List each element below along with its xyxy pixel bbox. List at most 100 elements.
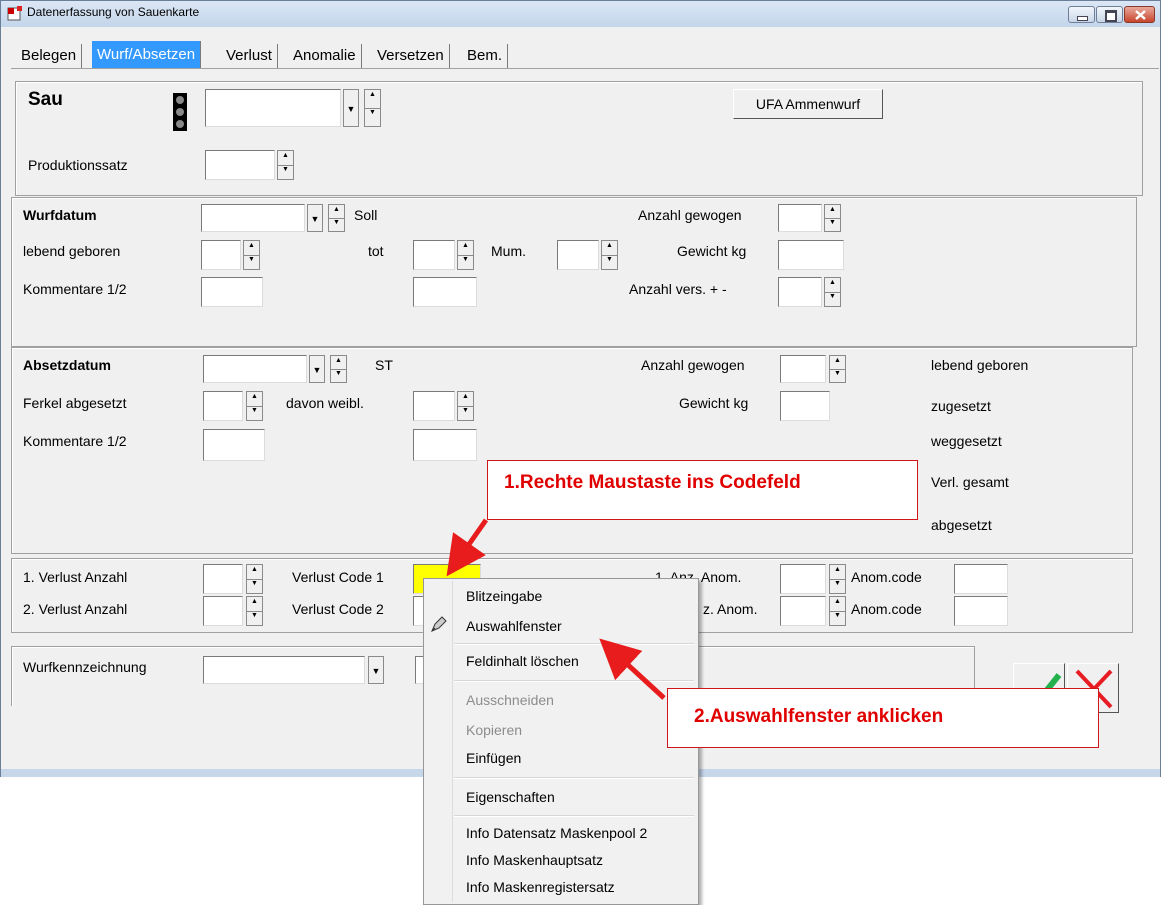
wurf-anzahl-gewogen-field[interactable] (778, 204, 822, 232)
lebend-geboren-label: lebend geboren (23, 243, 121, 259)
tab-verlust[interactable]: Verlust (221, 44, 278, 68)
anom-2-spinner[interactable]: ▲ ▼ (829, 596, 846, 626)
st-label: ST (375, 357, 393, 373)
close-button[interactable] (1124, 6, 1155, 23)
menu-separator (454, 777, 694, 779)
chevron-down-icon[interactable]: ▼ (343, 89, 359, 127)
tab-versetzen[interactable]: Versetzen (372, 44, 450, 68)
verlust-1-anzahl-spinner[interactable]: ▲ ▼ (246, 564, 263, 594)
app-icon (7, 6, 22, 21)
anomcode-1-field[interactable] (954, 564, 1008, 594)
ufa-ammenwurf-button[interactable]: UFA Ammenwurf (733, 89, 883, 119)
produktionssatz-field[interactable] (205, 150, 275, 180)
mum-spinner[interactable]: ▲ ▼ (601, 240, 618, 270)
absetz-gewicht-label: Gewicht kg (679, 395, 749, 411)
absetz-kommentare-label: Kommentare 1/2 (23, 433, 127, 449)
ferkel-abgesetzt-field[interactable] (203, 391, 243, 421)
title-bar[interactable]: Datenerfassung von Sauenkarte (1, 1, 1160, 27)
verlust-2-anzahl-label: 2. Verlust Anzahl (23, 601, 128, 617)
wurf-gewicht-field[interactable] (778, 240, 844, 270)
absetz-kommentar-2-field[interactable] (413, 429, 477, 461)
absetzdatum-label: Absetzdatum (23, 357, 111, 373)
verlust-2-anzahl-field[interactable] (203, 596, 243, 626)
menu-item-ausschneiden[interactable]: Ausschneiden (466, 692, 554, 708)
menu-item-feldinhalt-loeschen[interactable]: Feldinhalt löschen (466, 653, 579, 669)
anom-1-field[interactable] (780, 564, 826, 594)
chevron-down-icon[interactable]: ▼ (368, 656, 384, 684)
minimize-button[interactable] (1068, 6, 1095, 23)
menu-item-info-datensatz[interactable]: Info Datensatz Maskenpool 2 (466, 825, 647, 841)
menu-separator (454, 643, 694, 645)
lebend-geboren-field[interactable] (201, 240, 241, 270)
wurfdatum-field[interactable] (201, 204, 305, 232)
sau-select[interactable] (205, 89, 341, 127)
maximize-icon (1105, 10, 1117, 22)
absetz-kommentar-1-field[interactable] (203, 429, 265, 461)
maximize-button[interactable] (1096, 6, 1123, 23)
menu-item-kopieren[interactable]: Kopieren (466, 722, 522, 738)
tot-field[interactable] (413, 240, 455, 270)
menu-item-einfuegen[interactable]: Einfügen (466, 750, 521, 766)
menu-item-blitzeingabe[interactable]: Blitzeingabe (466, 588, 542, 604)
soll-label: Soll (354, 207, 378, 223)
minimize-icon (1077, 16, 1088, 21)
mum-field[interactable] (557, 240, 599, 270)
tab-divider (11, 68, 1159, 69)
absetzdatum-spinner[interactable]: ▲ ▼ (330, 355, 347, 383)
anomcode-1-label: Anom.code (851, 569, 922, 585)
sau-spinner[interactable]: ▲ ▼ (364, 89, 381, 127)
window-title: Datenerfassung von Sauenkarte (27, 5, 200, 19)
verlust-1-anzahl-field[interactable] (203, 564, 243, 594)
absetz-anzahl-gewogen-spinner[interactable]: ▲ ▼ (829, 355, 846, 383)
davon-weibl-label: davon weibl. (286, 395, 364, 411)
tab-wurf-absetzen[interactable]: Wurf/Absetzen (92, 41, 202, 69)
anom-1-spinner[interactable]: ▲ ▼ (829, 564, 846, 594)
davon-weibl-field[interactable] (413, 391, 455, 421)
davon-weibl-spinner[interactable]: ▲ ▼ (457, 391, 474, 421)
tab-belegen[interactable]: Belegen (16, 44, 83, 68)
wurf-group (11, 197, 1137, 347)
summary-lebend-geboren-label: lebend geboren (931, 357, 1029, 373)
menu-item-auswahlfenster[interactable]: Auswahlfenster (466, 618, 562, 634)
menu-gutter (452, 581, 453, 902)
summary-abgesetzt-label: abgesetzt (931, 517, 992, 533)
callout-2: 2.Auswahlfenster anklicken (667, 688, 1099, 748)
wurf-kommentar-2-field[interactable] (413, 277, 477, 307)
lebend-geboren-spinner[interactable]: ▲ ▼ (243, 240, 260, 270)
anomcode-2-field[interactable] (954, 596, 1008, 626)
summary-zugesetzt-label: zugesetzt (931, 398, 991, 414)
tab-anomalie[interactable]: Anomalie (288, 44, 362, 68)
menu-item-info-maskenregistersatz[interactable]: Info Maskenregistersatz (466, 879, 615, 895)
verlust-2-anzahl-spinner[interactable]: ▲ ▼ (246, 596, 263, 626)
callout-1: 1.Rechte Maustaste ins Codefeld (487, 460, 918, 520)
ferkel-abgesetzt-spinner[interactable]: ▲ ▼ (246, 391, 263, 421)
anom-2-field[interactable] (780, 596, 826, 626)
wurf-kommentar-1-field[interactable] (201, 277, 263, 307)
ferkel-abgesetzt-label: Ferkel abgesetzt (23, 395, 127, 411)
close-icon (1135, 10, 1146, 20)
tot-spinner[interactable]: ▲ ▼ (457, 240, 474, 270)
wurfdatum-spinner[interactable]: ▲ ▼ (328, 204, 345, 232)
produktionssatz-label: Produktionssatz (28, 157, 128, 173)
absetz-gewicht-field[interactable] (780, 391, 830, 421)
anzahl-vers-label: Anzahl vers. + - (629, 281, 727, 297)
anzahl-vers-field[interactable] (778, 277, 822, 307)
context-menu: Blitzeingabe Auswahlfenster Feldinhalt l… (423, 578, 699, 905)
menu-item-eigenschaften[interactable]: Eigenschaften (466, 789, 555, 805)
produktionssatz-spinner[interactable]: ▲ ▼ (277, 150, 294, 180)
chevron-down-icon[interactable]: ▼ (309, 355, 325, 383)
traffic-light-icon (173, 93, 187, 131)
wurfdatum-label: Wurfdatum (23, 207, 97, 223)
wurf-anzahl-gewogen-spinner[interactable]: ▲ ▼ (824, 204, 841, 232)
absetz-anzahl-gewogen-label: Anzahl gewogen (641, 357, 745, 373)
anzahl-vers-spinner[interactable]: ▲ ▼ (824, 277, 841, 307)
menu-separator (454, 815, 694, 817)
verlust-code-1-label: Verlust Code 1 (292, 569, 384, 585)
tot-label: tot (368, 243, 384, 259)
absetzdatum-field[interactable] (203, 355, 307, 383)
menu-item-info-maskenhauptsatz[interactable]: Info Maskenhauptsatz (466, 852, 603, 868)
wurfkennzeichnung-select[interactable] (203, 656, 365, 684)
tab-bem[interactable]: Bem. (462, 44, 509, 68)
chevron-down-icon[interactable]: ▼ (307, 204, 323, 232)
absetz-anzahl-gewogen-field[interactable] (780, 355, 826, 383)
